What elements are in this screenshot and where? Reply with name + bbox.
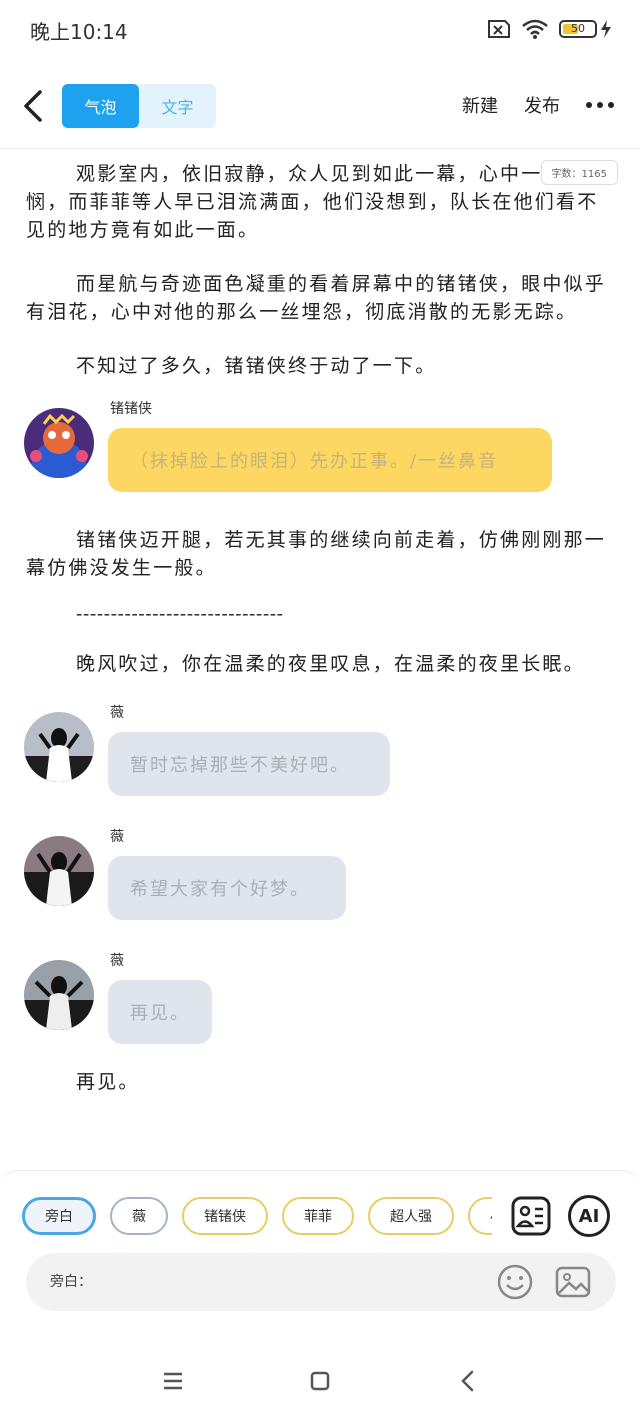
nav-back-icon[interactable] [453,1366,483,1396]
narration-paragraph[interactable]: 观影室内，依旧寂静，众人见到如此一幕，心中一丝怜悯，而菲菲等人早已泪流满面，他们… [26,160,610,244]
composer-input[interactable] [106,1263,486,1301]
battery-level: 50 [571,22,585,35]
status-bar: 晚上10:14 50 [0,0,640,60]
avatar-zhezhexia[interactable] [24,408,94,478]
mode-tabs: 气泡 文字 [62,84,216,128]
story-content: 观影室内，依旧寂静，众人见到如此一幕，心中一丝怜悯，而菲菲等人早已泪流满面，他们… [24,160,610,1122]
narration-paragraph[interactable]: 晚风吹过，你在温柔的夜里叹息，在温柔的夜里长眠。 [26,650,610,678]
dialogue-row[interactable]: 锗锗侠 （抹掉脸上的眼泪）先办正事。/一丝鼻音 [24,398,610,508]
narration-paragraph[interactable]: 而星航与奇迹面色凝重的看着屏幕中的锗锗侠，眼中似乎有泪花，心中对他的那么一丝埋怨… [26,270,610,326]
speech-bubble[interactable]: 暂时忘掉那些不美好吧。 [108,732,390,796]
top-bar: 气泡 文字 新建 发布 [0,70,640,142]
speech-bubble[interactable]: （抹掉脸上的眼泪）先办正事。/一丝鼻音 [108,428,552,492]
avatar-wei[interactable] [24,960,94,1030]
menu-icon[interactable] [158,1366,188,1396]
chip-zhezhexia[interactable]: 锗锗侠 [182,1197,268,1235]
publish-button[interactable]: 发布 [524,92,560,118]
avatar-wei[interactable] [24,712,94,782]
speaker-name: 薇 [110,953,124,969]
new-button[interactable]: 新建 [462,92,498,118]
tab-text[interactable]: 文字 [139,84,216,128]
chip-feifei[interactable]: 菲菲 [282,1197,354,1235]
narration-paragraph[interactable]: 锗锗侠迈开腿，若无其事的继续向前走着，仿佛刚刚那一幕仿佛没发生一般。 [26,526,610,582]
speaker-name: 薇 [110,705,124,721]
composer-panel: 旁白 薇 锗锗侠 菲菲 超人强 小 AI 旁白： [0,1170,640,1340]
ai-button[interactable]: AI [568,1195,610,1237]
word-count-badge: 字数：1165 [540,160,618,185]
top-actions: 新建 发布 [462,92,614,118]
character-chips: 旁白 薇 锗锗侠 菲菲 超人强 小 [22,1197,492,1237]
chip-wei[interactable]: 薇 [110,1197,168,1235]
dialogue-row[interactable]: 薇 再见。 [24,950,610,1056]
battery-icon: 50 [559,20,612,38]
speaker-name: 薇 [110,829,124,845]
input-role-label: 旁白： [50,1274,92,1290]
character-card-icon[interactable] [510,1195,552,1237]
speech-bubble[interactable]: 再见。 [108,980,212,1044]
wifi-icon [522,19,548,39]
tab-bubble[interactable]: 气泡 [62,84,139,128]
status-time: 晚上10:14 [30,20,128,44]
top-divider [0,148,640,149]
dialogue-row[interactable]: 薇 暂时忘掉那些不美好吧。 [24,702,610,808]
dialogue-row[interactable]: 薇 希望大家有个好梦。 [24,826,610,932]
avatar-wei[interactable] [24,836,94,906]
emoji-icon[interactable] [496,1263,534,1301]
separator-line[interactable]: ------------------------------ [26,600,610,628]
more-icon[interactable] [586,102,614,108]
chip-narrator[interactable]: 旁白 [22,1197,96,1235]
system-nav-bar [0,1340,640,1422]
image-icon[interactable] [554,1263,592,1301]
speech-bubble[interactable]: 希望大家有个好梦。 [108,856,346,920]
composer-input-row: 旁白： [26,1253,616,1311]
chip-xiao[interactable]: 小 [468,1197,492,1235]
speaker-name: 锗锗侠 [110,401,152,417]
narration-paragraph[interactable]: 不知过了多久，锗锗侠终于动了一下。 [26,352,610,380]
status-icons: 50 [485,18,612,40]
charging-icon [601,20,611,38]
chip-chaorenqiang[interactable]: 超人强 [368,1197,454,1235]
home-icon[interactable] [305,1366,335,1396]
back-arrow-icon[interactable] [20,86,50,126]
sim-error-icon [488,20,510,38]
narration-paragraph[interactable]: 再见。 [26,1068,610,1096]
